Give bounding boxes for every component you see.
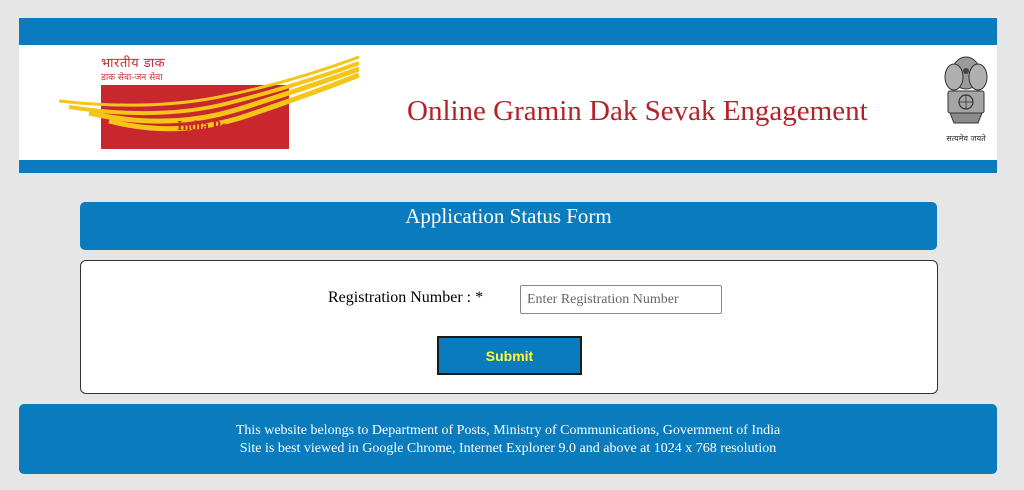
emblem-motto: सत्यमेव जयते <box>946 134 986 143</box>
footer-ownership-text: This website belongs to Department of Po… <box>235 423 781 438</box>
registration-number-input[interactable] <box>520 285 722 314</box>
national-emblem: सत्यमेव जयते <box>936 51 996 159</box>
logo-hindi-tagline: डाक सेवा-जन सेवा <box>101 73 163 83</box>
site-footer: This website belongs to Department of Po… <box>19 404 997 474</box>
site-header: भारतीय डाक डाक सेवा-जन सेवा India Post D… <box>19 18 997 173</box>
logo-hindi-text: भारतीय डाक <box>101 56 166 71</box>
india-post-logo[interactable]: भारतीय डाक डाक सेवा-जन सेवा India Post D… <box>59 49 359 159</box>
status-form: Registration Number : * Submit <box>80 260 938 394</box>
form-title: Application Status Form <box>80 202 937 250</box>
registration-number-label: Registration Number : * <box>328 289 484 306</box>
logo-brand-name: India Post <box>177 119 239 134</box>
site-title: Online Gramin Dak Sevak Engagement <box>407 95 868 127</box>
ashoka-emblem-icon <box>944 56 988 124</box>
submit-button[interactable]: Submit <box>437 336 582 375</box>
header-banner: भारतीय डाक डाक सेवा-जन सेवा India Post D… <box>19 45 997 160</box>
footer-browser-note: Site is best viewed in Google Chrome, In… <box>239 441 777 456</box>
logo-tagline: Dak Sewa-Jan Sewa <box>175 137 241 146</box>
